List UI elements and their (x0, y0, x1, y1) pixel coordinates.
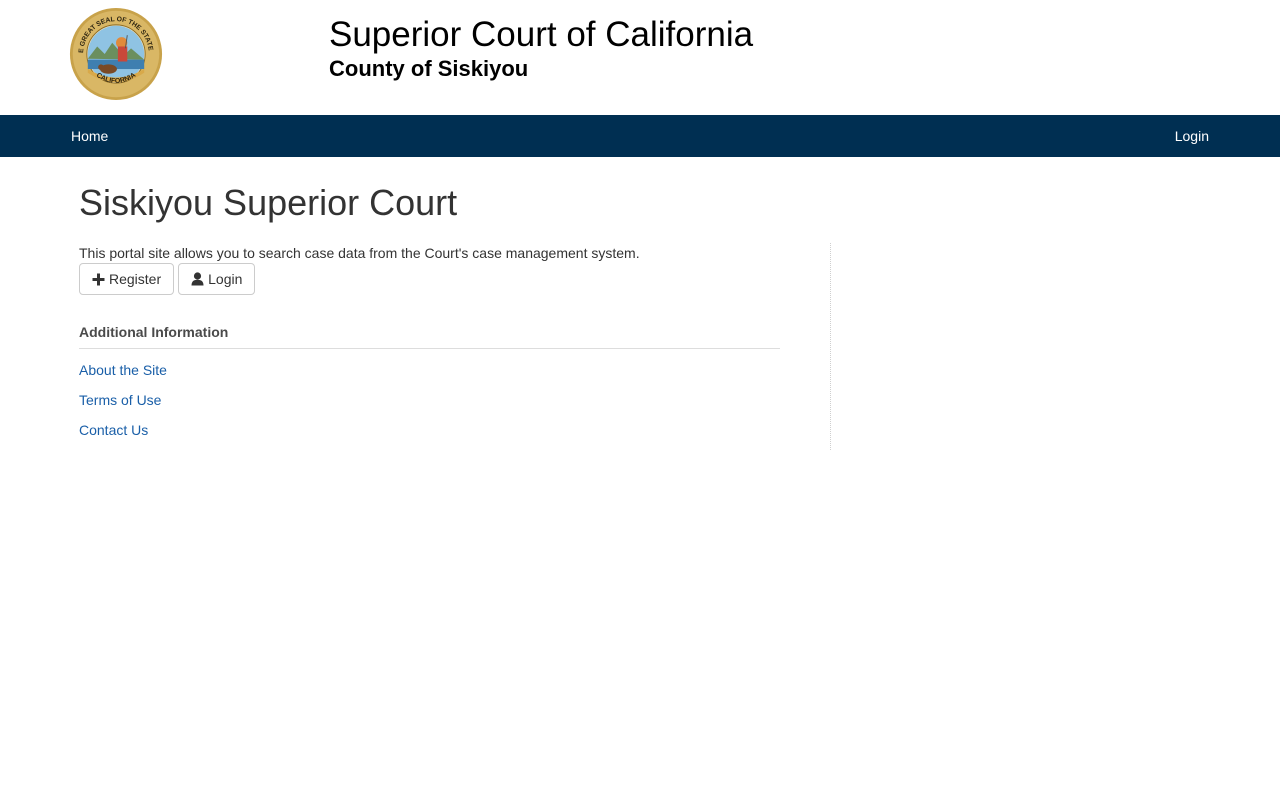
action-buttons: Register Login (79, 263, 256, 295)
column-divider (830, 243, 831, 450)
register-button-label: Register (109, 271, 162, 287)
county-subtitle: County of Siskiyou (329, 56, 529, 81)
site-header: THE GREAT SEAL OF THE STATE OF CALIFORNI… (0, 0, 1280, 115)
top-navbar: Home Login (0, 115, 1280, 157)
nav-home-link[interactable]: Home (71, 115, 108, 157)
register-button[interactable]: Register (79, 263, 175, 295)
court-title: Superior Court of California (329, 15, 754, 54)
page-title: Siskiyou Superior Court (79, 182, 458, 223)
about-site-link[interactable]: About the Site (79, 362, 167, 378)
login-button-label: Login (208, 271, 243, 287)
plus-icon (92, 273, 105, 286)
contact-us-link[interactable]: Contact Us (79, 422, 148, 438)
california-seal-logo: THE GREAT SEAL OF THE STATE OF CALIFORNI… (69, 7, 163, 101)
user-icon (191, 272, 204, 286)
intro-text: This portal site allows you to search ca… (79, 245, 640, 261)
terms-of-use-link[interactable]: Terms of Use (79, 392, 161, 408)
header-titles: Superior Court of California County of S… (329, 14, 753, 82)
section-divider (79, 348, 780, 349)
login-button[interactable]: Login (178, 263, 256, 295)
nav-login-link[interactable]: Login (1175, 115, 1209, 157)
additional-info-heading: Additional Information (79, 324, 229, 340)
